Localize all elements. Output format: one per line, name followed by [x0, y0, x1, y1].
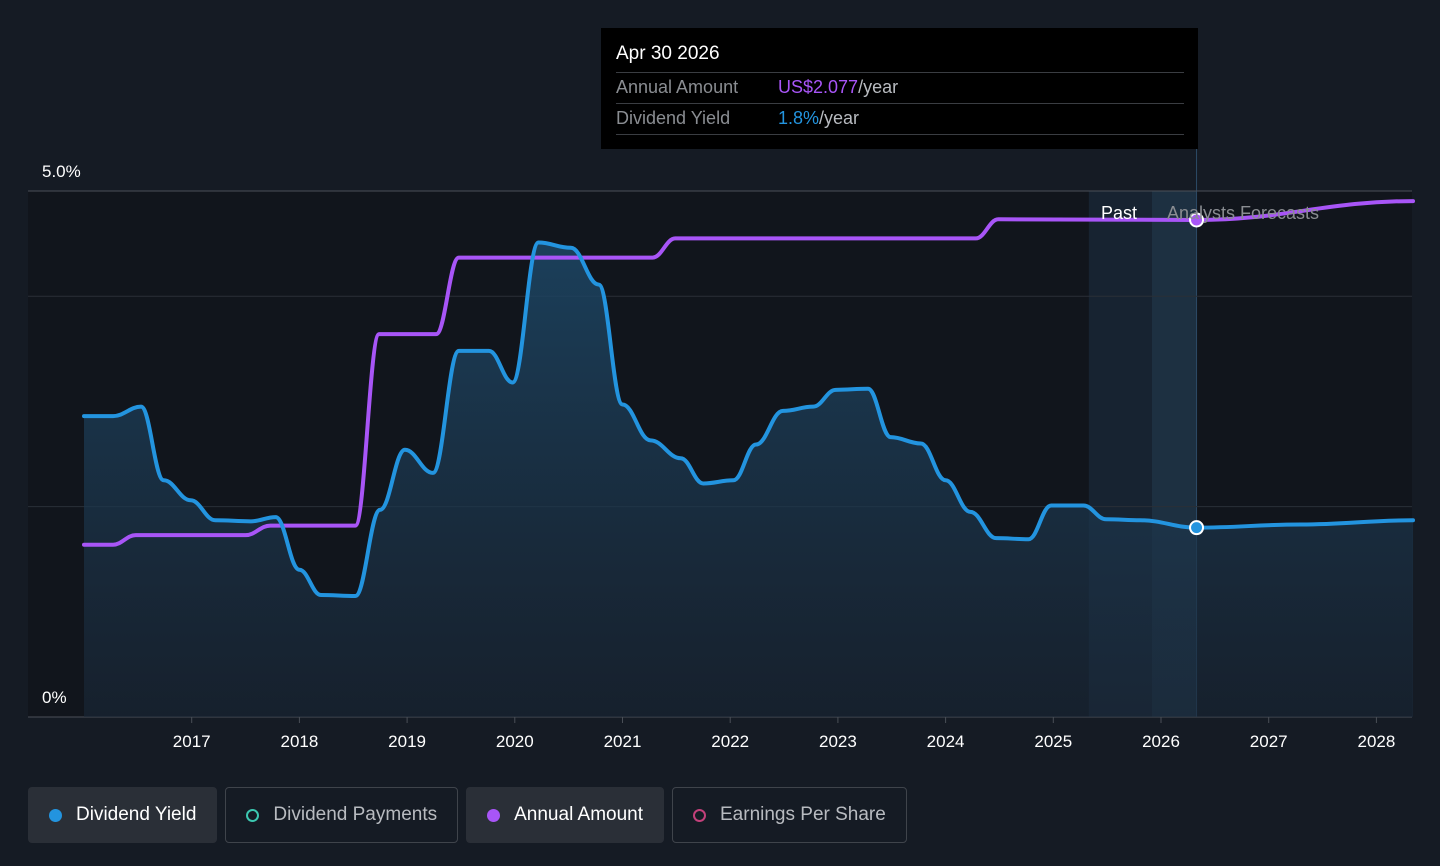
y-tick-label: 0%: [42, 688, 67, 707]
x-tick-label: 2023: [819, 732, 857, 751]
x-tick-label: 2025: [1034, 732, 1072, 751]
region-label-forecast: Analysts Forecasts: [1167, 203, 1319, 223]
legend-annual-amount[interactable]: Annual Amount: [466, 787, 664, 843]
tooltip-row-dividend-yield: Dividend Yield 1.8% /year: [616, 104, 1184, 135]
x-tick-label: 2022: [711, 732, 749, 751]
tooltip-label: Dividend Yield: [616, 108, 731, 128]
legend-label: Earnings Per Share: [720, 804, 886, 825]
tooltip-unit: /year: [858, 77, 899, 97]
x-tick-label: 2018: [280, 732, 318, 751]
x-tick-label: 2020: [496, 732, 534, 751]
ring-icon: [246, 808, 260, 822]
tooltip-label: Annual Amount: [616, 77, 739, 97]
x-tick-label: 2019: [388, 732, 426, 751]
legend-label: Dividend Payments: [273, 804, 438, 825]
x-tick-label: 2028: [1357, 732, 1395, 751]
tooltip-value: 1.8%: [778, 108, 820, 128]
tooltip-unit: /year: [819, 108, 860, 128]
dot-icon: [487, 808, 501, 822]
legend-dividend-payments[interactable]: Dividend Payments: [225, 787, 459, 843]
tooltip-date: Apr 30 2026: [616, 42, 1184, 73]
legend-dividend-yield[interactable]: Dividend Yield: [28, 787, 218, 843]
region-label-past: Past: [1101, 203, 1137, 223]
y-tick-label: 5.0%: [42, 162, 81, 181]
dividend-yield-marker: [1189, 520, 1205, 536]
tooltip-row-annual-amount: Annual Amount US$2.077 /year: [616, 73, 1184, 104]
legend-earnings-per-share[interactable]: Earnings Per Share: [672, 787, 907, 843]
x-tick-label: 2021: [604, 732, 642, 751]
legend-label: Annual Amount: [514, 804, 643, 825]
ring-icon: [693, 808, 706, 822]
tooltip-value: US$2.077: [778, 77, 859, 97]
x-tick-label: 2017: [173, 732, 211, 751]
legend: Dividend Yield Dividend Payments Annual …: [28, 787, 907, 843]
dot-icon: [49, 808, 62, 822]
x-tick-label: 2026: [1142, 732, 1180, 751]
x-tick-label: 2027: [1250, 732, 1288, 751]
x-tick-label: 2024: [927, 732, 965, 751]
tooltip: Apr 30 2026 Annual Amount US$2.077 /year…: [601, 28, 1198, 149]
legend-label: Dividend Yield: [76, 804, 197, 825]
